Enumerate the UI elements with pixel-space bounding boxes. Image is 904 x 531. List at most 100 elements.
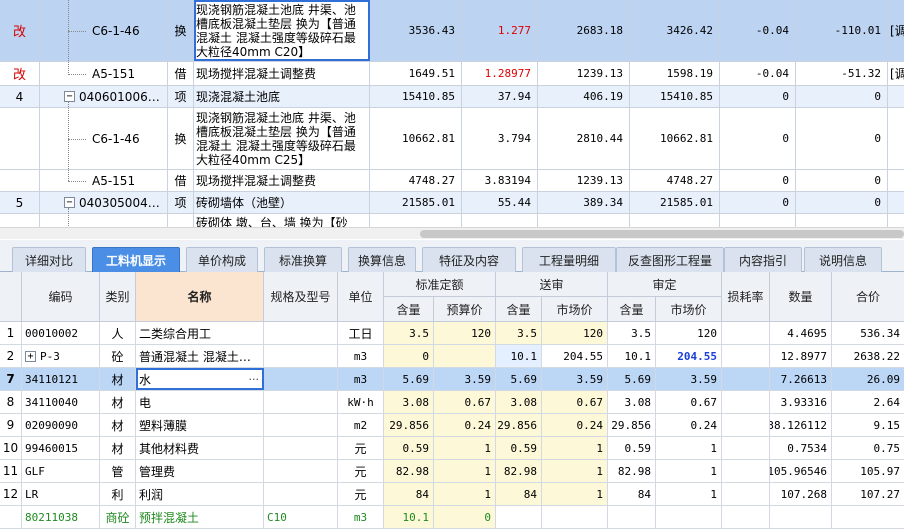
audit-price[interactable]: 1: [656, 483, 722, 505]
resource-code[interactable]: 02090090: [22, 414, 100, 436]
resource-row[interactable]: 10 99460015 材 其他材料费 元 0.59 1 0.59 1 0.59…: [0, 437, 904, 460]
resource-spec[interactable]: [264, 345, 338, 367]
send-qty[interactable]: 3.08: [496, 391, 542, 413]
tab-features[interactable]: 特征及内容: [422, 247, 516, 272]
header-name[interactable]: 名称: [136, 272, 264, 322]
resource-name[interactable]: 预拌混凝土: [136, 506, 264, 528]
item-name[interactable]: 现场搅拌混凝土调整费: [194, 170, 370, 191]
resource-name[interactable]: 利润: [136, 483, 264, 505]
item-row[interactable]: 4 −040601006… 项 现浇混凝土池底 15410.85 37.94 4…: [0, 86, 904, 108]
send-price[interactable]: 120: [542, 322, 608, 344]
tab-quantity-detail[interactable]: 工程量明细: [522, 247, 616, 272]
resource-row[interactable]: 11 GLF 管 管理费 元 82.98 1 82.98 1 82.98 1 1…: [0, 460, 904, 483]
header-send-qty[interactable]: 含量: [496, 297, 542, 322]
resource-row[interactable]: 8 34110040 材 电 kW·h 3.08 0.67 3.08 0.67 …: [0, 391, 904, 414]
resource-code[interactable]: + P-3: [22, 345, 100, 367]
tab-reverse-graphic[interactable]: 反查图形工程量: [616, 247, 724, 272]
audit-price[interactable]: 1: [656, 437, 722, 459]
more-icon[interactable]: ···: [249, 373, 260, 386]
loss-rate[interactable]: [722, 437, 770, 459]
expand-icon[interactable]: +: [25, 350, 36, 362]
resource-name[interactable]: 二类综合用工: [136, 322, 264, 344]
item-row[interactable]: 改 A5-151 借 现场搅拌混凝土调整费 1649.51 1.28977 12…: [0, 62, 904, 86]
tab-conversion-info[interactable]: 换算信息: [348, 247, 416, 272]
audit-price[interactable]: 120: [656, 322, 722, 344]
item-name[interactable]: 现浇钢筋混凝土池底 井渠、池槽底板混凝土垫层 换为【普通混凝土 混凝土强度等级碎…: [194, 0, 370, 61]
resource-spec[interactable]: [264, 368, 338, 390]
send-price[interactable]: 204.55: [542, 345, 608, 367]
send-qty[interactable]: 0.59: [496, 437, 542, 459]
header-total[interactable]: 合价: [832, 272, 904, 322]
resource-name[interactable]: 管理费: [136, 460, 264, 482]
resource-spec[interactable]: [264, 414, 338, 436]
resource-spec[interactable]: C10: [264, 506, 338, 528]
audit-price[interactable]: 1: [656, 460, 722, 482]
header-std-qty[interactable]: 含量: [384, 297, 434, 322]
item-code[interactable]: C6-1-46: [40, 108, 168, 169]
scrollbar-thumb[interactable]: [420, 230, 904, 238]
collapse-icon[interactable]: −: [64, 197, 75, 208]
tab-detail-compare[interactable]: 详细对比: [12, 247, 86, 272]
tab-standard-conversion[interactable]: 标准换算: [264, 247, 342, 272]
item-name[interactable]: 现场搅拌混凝土调整费: [194, 62, 370, 85]
header-loss-rate[interactable]: 损耗率: [722, 272, 770, 322]
resource-name[interactable]: 普通混凝土 混凝土…: [136, 345, 264, 367]
audit-qty[interactable]: 3.5: [608, 322, 656, 344]
resource-row[interactable]: 12 LR 利 利润 元 84 1 84 1 84 1 107.268 107.…: [0, 483, 904, 506]
resource-row[interactable]: 9 02090090 材 塑料薄膜 m2 29.856 0.24 29.856 …: [0, 414, 904, 437]
send-price[interactable]: 1: [542, 460, 608, 482]
item-name[interactable]: 现浇钢筋混凝土池底 井渠、池槽底板混凝土垫层 换为【普通混凝土 混凝土强度等级碎…: [194, 108, 370, 169]
send-price[interactable]: [542, 506, 608, 528]
audit-price[interactable]: 3.59: [656, 368, 722, 390]
audit-price[interactable]: 0.67: [656, 391, 722, 413]
loss-rate[interactable]: [722, 414, 770, 436]
item-code[interactable]: [40, 214, 168, 227]
header-amount[interactable]: 数量: [770, 272, 832, 322]
header-audit-qty[interactable]: 含量: [608, 297, 656, 322]
resource-code[interactable]: GLF: [22, 460, 100, 482]
audit-qty[interactable]: 82.98: [608, 460, 656, 482]
item-code[interactable]: −040305004…: [40, 192, 168, 213]
item-code[interactable]: C6-1-46: [40, 0, 168, 61]
item-name[interactable]: 砖砌体 墩、台、墙 换为【砂: [194, 214, 370, 227]
loss-rate[interactable]: [722, 460, 770, 482]
resource-name[interactable]: 其他材料费: [136, 437, 264, 459]
send-qty[interactable]: 10.1: [496, 345, 542, 367]
resource-row[interactable]: 2 + P-3 砼 普通混凝土 混凝土… m3 0 10.1 204.55 10.…: [0, 345, 904, 368]
loss-rate[interactable]: [722, 506, 770, 528]
item-row[interactable]: C6-1-46 换 现浇钢筋混凝土池底 井渠、池槽底板混凝土垫层 换为【普通混凝…: [0, 108, 904, 170]
send-qty[interactable]: [496, 506, 542, 528]
audit-qty[interactable]: 29.856: [608, 414, 656, 436]
tab-content-guide[interactable]: 内容指引: [724, 247, 802, 272]
header-spec[interactable]: 规格及型号: [264, 272, 338, 322]
item-name[interactable]: 现浇混凝土池底: [194, 86, 370, 107]
audit-price[interactable]: [656, 506, 722, 528]
tab-description[interactable]: 说明信息: [804, 247, 882, 272]
loss-rate[interactable]: [722, 483, 770, 505]
send-price[interactable]: 1: [542, 437, 608, 459]
loss-rate[interactable]: [722, 322, 770, 344]
resource-spec[interactable]: [264, 437, 338, 459]
item-row[interactable]: 5 −040305004… 项 砖砌墙体（池壁） 21585.01 55.44 …: [0, 192, 904, 214]
item-code[interactable]: A5-151: [40, 62, 168, 85]
resource-code[interactable]: 99460015: [22, 437, 100, 459]
item-name[interactable]: 砖砌墙体（池壁）: [194, 192, 370, 213]
item-row[interactable]: 改 C6-1-46 换 现浇钢筋混凝土池底 井渠、池槽底板混凝土垫层 换为【普通…: [0, 0, 904, 62]
audit-qty[interactable]: 10.1: [608, 345, 656, 367]
resource-code[interactable]: 34110121: [22, 368, 100, 390]
audit-qty[interactable]: 0.59: [608, 437, 656, 459]
resource-spec[interactable]: [264, 483, 338, 505]
resource-name[interactable]: 电: [136, 391, 264, 413]
resource-spec[interactable]: [264, 391, 338, 413]
header-std-price[interactable]: 预算价: [434, 297, 496, 322]
resource-code[interactable]: LR: [22, 483, 100, 505]
send-price[interactable]: 1: [542, 483, 608, 505]
resource-code[interactable]: 80211038: [22, 506, 100, 528]
send-qty[interactable]: 84: [496, 483, 542, 505]
send-qty[interactable]: 29.856: [496, 414, 542, 436]
audit-qty[interactable]: 84: [608, 483, 656, 505]
header-unit[interactable]: 单位: [338, 272, 384, 322]
loss-rate[interactable]: [722, 345, 770, 367]
item-code[interactable]: A5-151: [40, 170, 168, 191]
horizontal-scrollbar[interactable]: [0, 227, 904, 239]
